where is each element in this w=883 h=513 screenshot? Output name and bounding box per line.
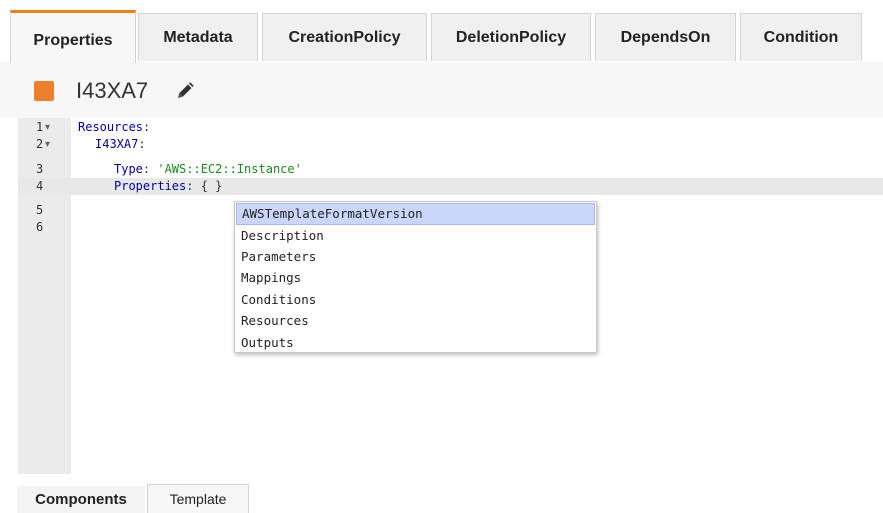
yaml-colon: : [142,162,158,176]
tab-template[interactable]: Template [147,484,249,513]
line-number: 4 [36,179,44,193]
code-line-3[interactable]: Type: 'AWS::EC2::Instance' [114,161,302,178]
yaml-key: I43XA7 [95,137,139,151]
yaml-colon: : [138,137,146,151]
fold-arrow-icon[interactable]: ▾ [45,136,50,153]
autocomplete-popup[interactable]: AWSTemplateFormatVersion Description Par… [234,201,597,353]
code-line-2[interactable]: I43XA7: [95,136,146,153]
fold-arrow-icon[interactable]: ▾ [45,119,50,136]
autocomplete-item[interactable]: Conditions [236,289,595,311]
code-line-1[interactable]: Resources: [78,119,150,136]
tab-creation-policy[interactable]: CreationPolicy [262,13,427,61]
autocomplete-item[interactable]: Resources [236,310,595,332]
line-number: 3 [36,162,44,176]
yaml-key: Resources [78,120,144,134]
resource-color-swatch [34,81,54,101]
yaml-string: 'AWS::EC2::Instance' [157,162,302,176]
autocomplete-item[interactable]: Description [236,225,595,247]
tab-condition[interactable]: Condition [740,13,862,61]
code-line-4[interactable]: Properties: { } [114,178,222,195]
line-number: 5 [36,203,44,217]
yaml-key: Type [114,162,143,176]
autocomplete-item[interactable]: Outputs [236,332,595,354]
autocomplete-item[interactable]: AWSTemplateFormatVersion [236,203,595,225]
tab-metadata[interactable]: Metadata [138,13,258,61]
tab-properties[interactable]: Properties [10,10,136,63]
yaml-colon: : [143,120,151,134]
tab-depends-on[interactable]: DependsOn [595,13,736,61]
tab-components[interactable]: Components [17,486,145,513]
autocomplete-item[interactable]: Mappings [236,267,595,289]
tab-deletion-policy[interactable]: DeletionPolicy [431,13,591,61]
yaml-key: Properties [114,179,187,193]
resource-name: I43XA7 [76,78,149,103]
yaml-braces: { } [200,179,223,193]
pencil-icon[interactable] [175,81,195,101]
line-number: 6 [36,220,44,234]
property-tabstrip: Metadata CreationPolicy DeletionPolicy D… [0,0,883,63]
yaml-colon: : [186,179,201,193]
autocomplete-item[interactable]: Parameters [236,246,595,268]
